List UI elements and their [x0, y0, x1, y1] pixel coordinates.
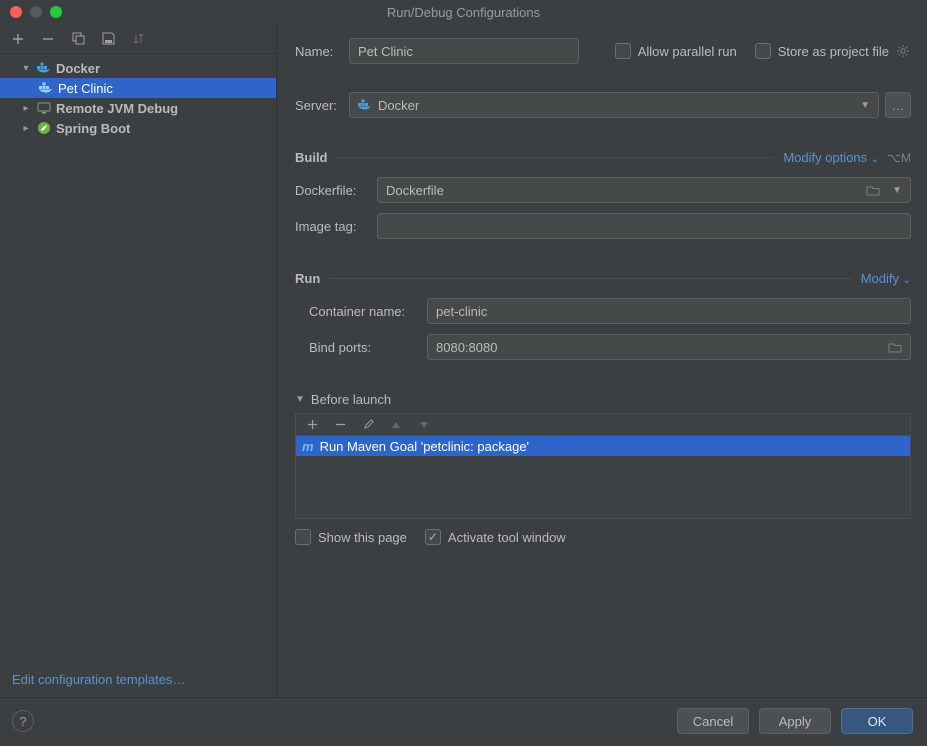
checkbox-checked-icon: ✓: [425, 529, 441, 545]
run-section-header: Run: [295, 271, 320, 286]
chevron-right-icon: ▸: [20, 123, 32, 134]
store-as-file-checkbox[interactable]: Store as project file: [755, 43, 889, 59]
remove-icon[interactable]: [40, 31, 56, 47]
folder-icon[interactable]: [888, 342, 902, 353]
show-this-page-checkbox[interactable]: Show this page: [295, 529, 407, 545]
copy-icon[interactable]: [70, 31, 86, 47]
config-tree: ▾ Docker Pet Clinic ▸ Remote JVM Debug ▸…: [0, 54, 276, 662]
dialog-buttons: ? Cancel Apply OK: [0, 697, 927, 746]
tree-item-label: Docker: [56, 61, 100, 76]
checkbox-icon: [755, 43, 771, 59]
chevron-down-icon: ▼: [860, 100, 870, 111]
ok-button[interactable]: OK: [841, 708, 913, 734]
titlebar: Run/Debug Configurations: [0, 0, 927, 24]
cancel-button[interactable]: Cancel: [677, 708, 749, 734]
help-button[interactable]: ?: [12, 710, 34, 732]
image-tag-label: Image tag:: [295, 219, 377, 234]
chevron-down-icon: ▼: [295, 394, 305, 405]
docker-icon: [358, 99, 372, 111]
bind-ports-label: Bind ports:: [309, 340, 427, 355]
tree-item-label: Pet Clinic: [58, 81, 113, 96]
sidebar: ▾ Docker Pet Clinic ▸ Remote JVM Debug ▸…: [0, 24, 277, 697]
server-select[interactable]: Docker ▼: [349, 92, 879, 118]
chevron-down-icon: ▼: [892, 185, 902, 196]
tree-item-label: Remote JVM Debug: [56, 101, 178, 116]
checkbox-icon: [295, 529, 311, 545]
edit-icon[interactable]: [360, 417, 376, 433]
build-section-header: Build: [295, 150, 328, 165]
close-window-button[interactable]: [10, 6, 22, 18]
remove-icon[interactable]: [332, 417, 348, 433]
before-launch-list: m Run Maven Goal 'petclinic: package': [295, 435, 911, 519]
allow-parallel-checkbox[interactable]: Allow parallel run: [615, 43, 737, 59]
server-browse-button[interactable]: …: [885, 92, 911, 118]
modify-options-link[interactable]: Modify options ⌄: [783, 150, 879, 165]
maximize-window-button[interactable]: [50, 6, 62, 18]
name-input[interactable]: Pet Clinic: [349, 38, 579, 64]
modify-options-shortcut: ⌥M: [887, 151, 911, 165]
tree-item-remote-jvm[interactable]: ▸ Remote JVM Debug: [0, 98, 276, 118]
folder-icon[interactable]: [866, 185, 880, 196]
sidebar-toolbar: [0, 24, 276, 54]
add-icon[interactable]: [10, 31, 26, 47]
apply-button[interactable]: Apply: [759, 708, 831, 734]
bind-ports-input[interactable]: 8080:8080: [427, 334, 911, 360]
window-title: Run/Debug Configurations: [0, 5, 927, 20]
remote-icon: [36, 100, 52, 116]
docker-icon: [36, 60, 52, 76]
name-label: Name:: [295, 44, 349, 59]
before-launch-item[interactable]: m Run Maven Goal 'petclinic: package': [296, 436, 910, 456]
gear-icon[interactable]: [895, 43, 911, 59]
container-name-input[interactable]: pet-clinic: [427, 298, 911, 324]
move-down-icon[interactable]: [416, 417, 432, 433]
minimize-window-button[interactable]: [30, 6, 42, 18]
checkbox-icon: [615, 43, 631, 59]
image-tag-input[interactable]: [377, 213, 911, 239]
spring-icon: [36, 120, 52, 136]
tree-item-spring-boot[interactable]: ▸ Spring Boot: [0, 118, 276, 138]
chevron-down-icon: ▾: [20, 63, 32, 74]
dockerfile-label: Dockerfile:: [295, 183, 377, 198]
modify-link[interactable]: Modify ⌄: [861, 271, 911, 286]
dockerfile-input[interactable]: Dockerfile ▼: [377, 177, 911, 203]
container-name-label: Container name:: [309, 304, 427, 319]
tree-item-docker[interactable]: ▾ Docker: [0, 58, 276, 78]
maven-icon: m: [302, 439, 314, 454]
sort-icon[interactable]: [130, 31, 146, 47]
tree-item-label: Spring Boot: [56, 121, 130, 136]
activate-tool-window-checkbox[interactable]: ✓ Activate tool window: [425, 529, 566, 545]
docker-icon: [38, 80, 54, 96]
server-label: Server:: [295, 98, 349, 113]
move-up-icon[interactable]: [388, 417, 404, 433]
chevron-right-icon: ▸: [20, 103, 32, 114]
tree-item-pet-clinic[interactable]: Pet Clinic: [0, 78, 276, 98]
add-icon[interactable]: [304, 417, 320, 433]
window-buttons: [0, 6, 62, 18]
before-launch-header[interactable]: ▼ Before launch: [295, 392, 911, 407]
before-launch-toolbar: [295, 413, 911, 435]
main-panel: Name: Pet Clinic Allow parallel run Stor…: [277, 24, 927, 697]
edit-templates-link[interactable]: Edit configuration templates…: [12, 672, 185, 687]
save-icon[interactable]: [100, 31, 116, 47]
